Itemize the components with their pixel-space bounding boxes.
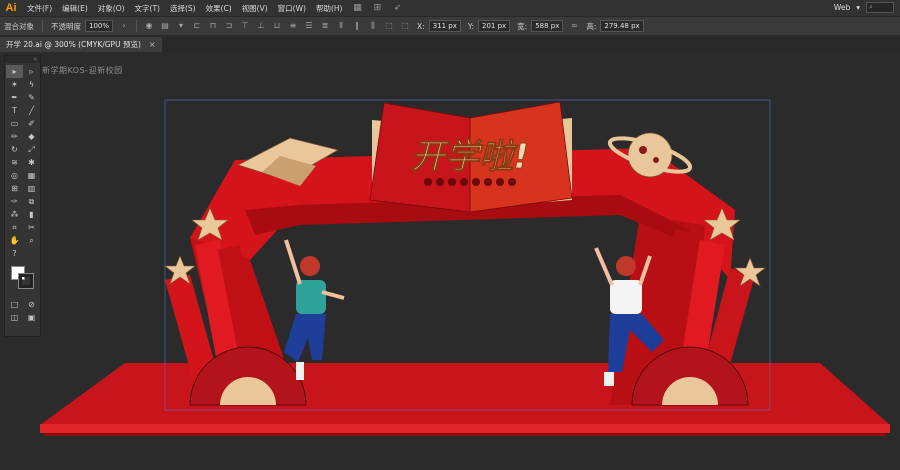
placeholder-tool-icon [23, 247, 40, 260]
paintbrush-tool-icon[interactable]: ✐ [23, 117, 40, 130]
artboard-title: 新学期KOS-迎新校园 [42, 66, 123, 75]
pencil-tool-icon[interactable]: ✏ [6, 130, 23, 143]
lasso-tool-icon[interactable]: ϟ [23, 78, 40, 91]
eraser-tool-icon[interactable]: ◆ [23, 130, 40, 143]
blend-tool-icon[interactable]: ⧉ [23, 195, 40, 208]
scale-tool-icon[interactable]: ⤢ [23, 143, 40, 156]
puppet-warp-tool-icon[interactable]: ✱ [23, 156, 40, 169]
selection-tool-icon[interactable]: ▸ [6, 65, 23, 78]
fill-stroke-swatches[interactable] [8, 264, 37, 294]
rotate-tool-icon[interactable]: ↻ [6, 143, 23, 156]
book-banner[interactable]: 开学啦! [369, 101, 573, 213]
draw-mode-icon[interactable]: ◫ [6, 311, 23, 324]
magic-wand-tool-icon[interactable]: ✶ [6, 78, 23, 91]
color-mode-icon[interactable]: □ [6, 298, 23, 311]
curvature-tool-icon[interactable]: ✎ [23, 91, 40, 104]
line-tool-icon[interactable]: ╱ [23, 104, 40, 117]
width-tool-icon[interactable]: ≋ [6, 156, 23, 169]
panel-collapse-icon[interactable]: « [5, 56, 40, 63]
type-tool-icon[interactable]: T [6, 104, 23, 117]
slice-tool-icon[interactable]: ✂ [23, 221, 40, 234]
gradient-tool-icon[interactable]: ▥ [23, 182, 40, 195]
mesh-tool-icon[interactable]: ⊞ [6, 182, 23, 195]
edit-toolbar-icon[interactable]: ? [6, 247, 23, 260]
perspective-grid-tool-icon[interactable]: ▦ [23, 169, 40, 182]
rectangle-tool-icon[interactable]: ▭ [6, 117, 23, 130]
eyedropper-tool-icon[interactable]: ✑ [6, 195, 23, 208]
screen-mode-icon[interactable]: ▣ [23, 311, 40, 324]
student-figure-left[interactable] [284, 239, 345, 380]
floor-platform[interactable] [40, 363, 890, 436]
shape-builder-tool-icon[interactable]: ◎ [6, 169, 23, 182]
none-mode-icon[interactable]: ⊘ [23, 298, 40, 311]
banner-title: 开学啦! [411, 137, 529, 177]
artboard-tool-icon[interactable]: ⌗ [6, 221, 23, 234]
zoom-tool-icon[interactable]: ⌕ [23, 234, 40, 247]
hand-tool-icon[interactable]: ✋ [6, 234, 23, 247]
direct-selection-tool-icon[interactable]: ▹ [23, 65, 40, 78]
tools-panel: « ▸ ▹ ✶ ϟ ✒ ✎ T ╱ ▭ ✐ ✏ ◆ ↻ ⤢ ≋ ✱ ◎ ▦ ⊞ … [4, 55, 41, 337]
symbol-sprayer-tool-icon[interactable]: ⁂ [6, 208, 23, 221]
column-graph-tool-icon[interactable]: ▮ [23, 208, 40, 221]
pen-tool-icon[interactable]: ✒ [6, 91, 23, 104]
stroke-swatch[interactable] [18, 273, 34, 289]
artwork[interactable]: 开学啦! [0, 0, 900, 470]
